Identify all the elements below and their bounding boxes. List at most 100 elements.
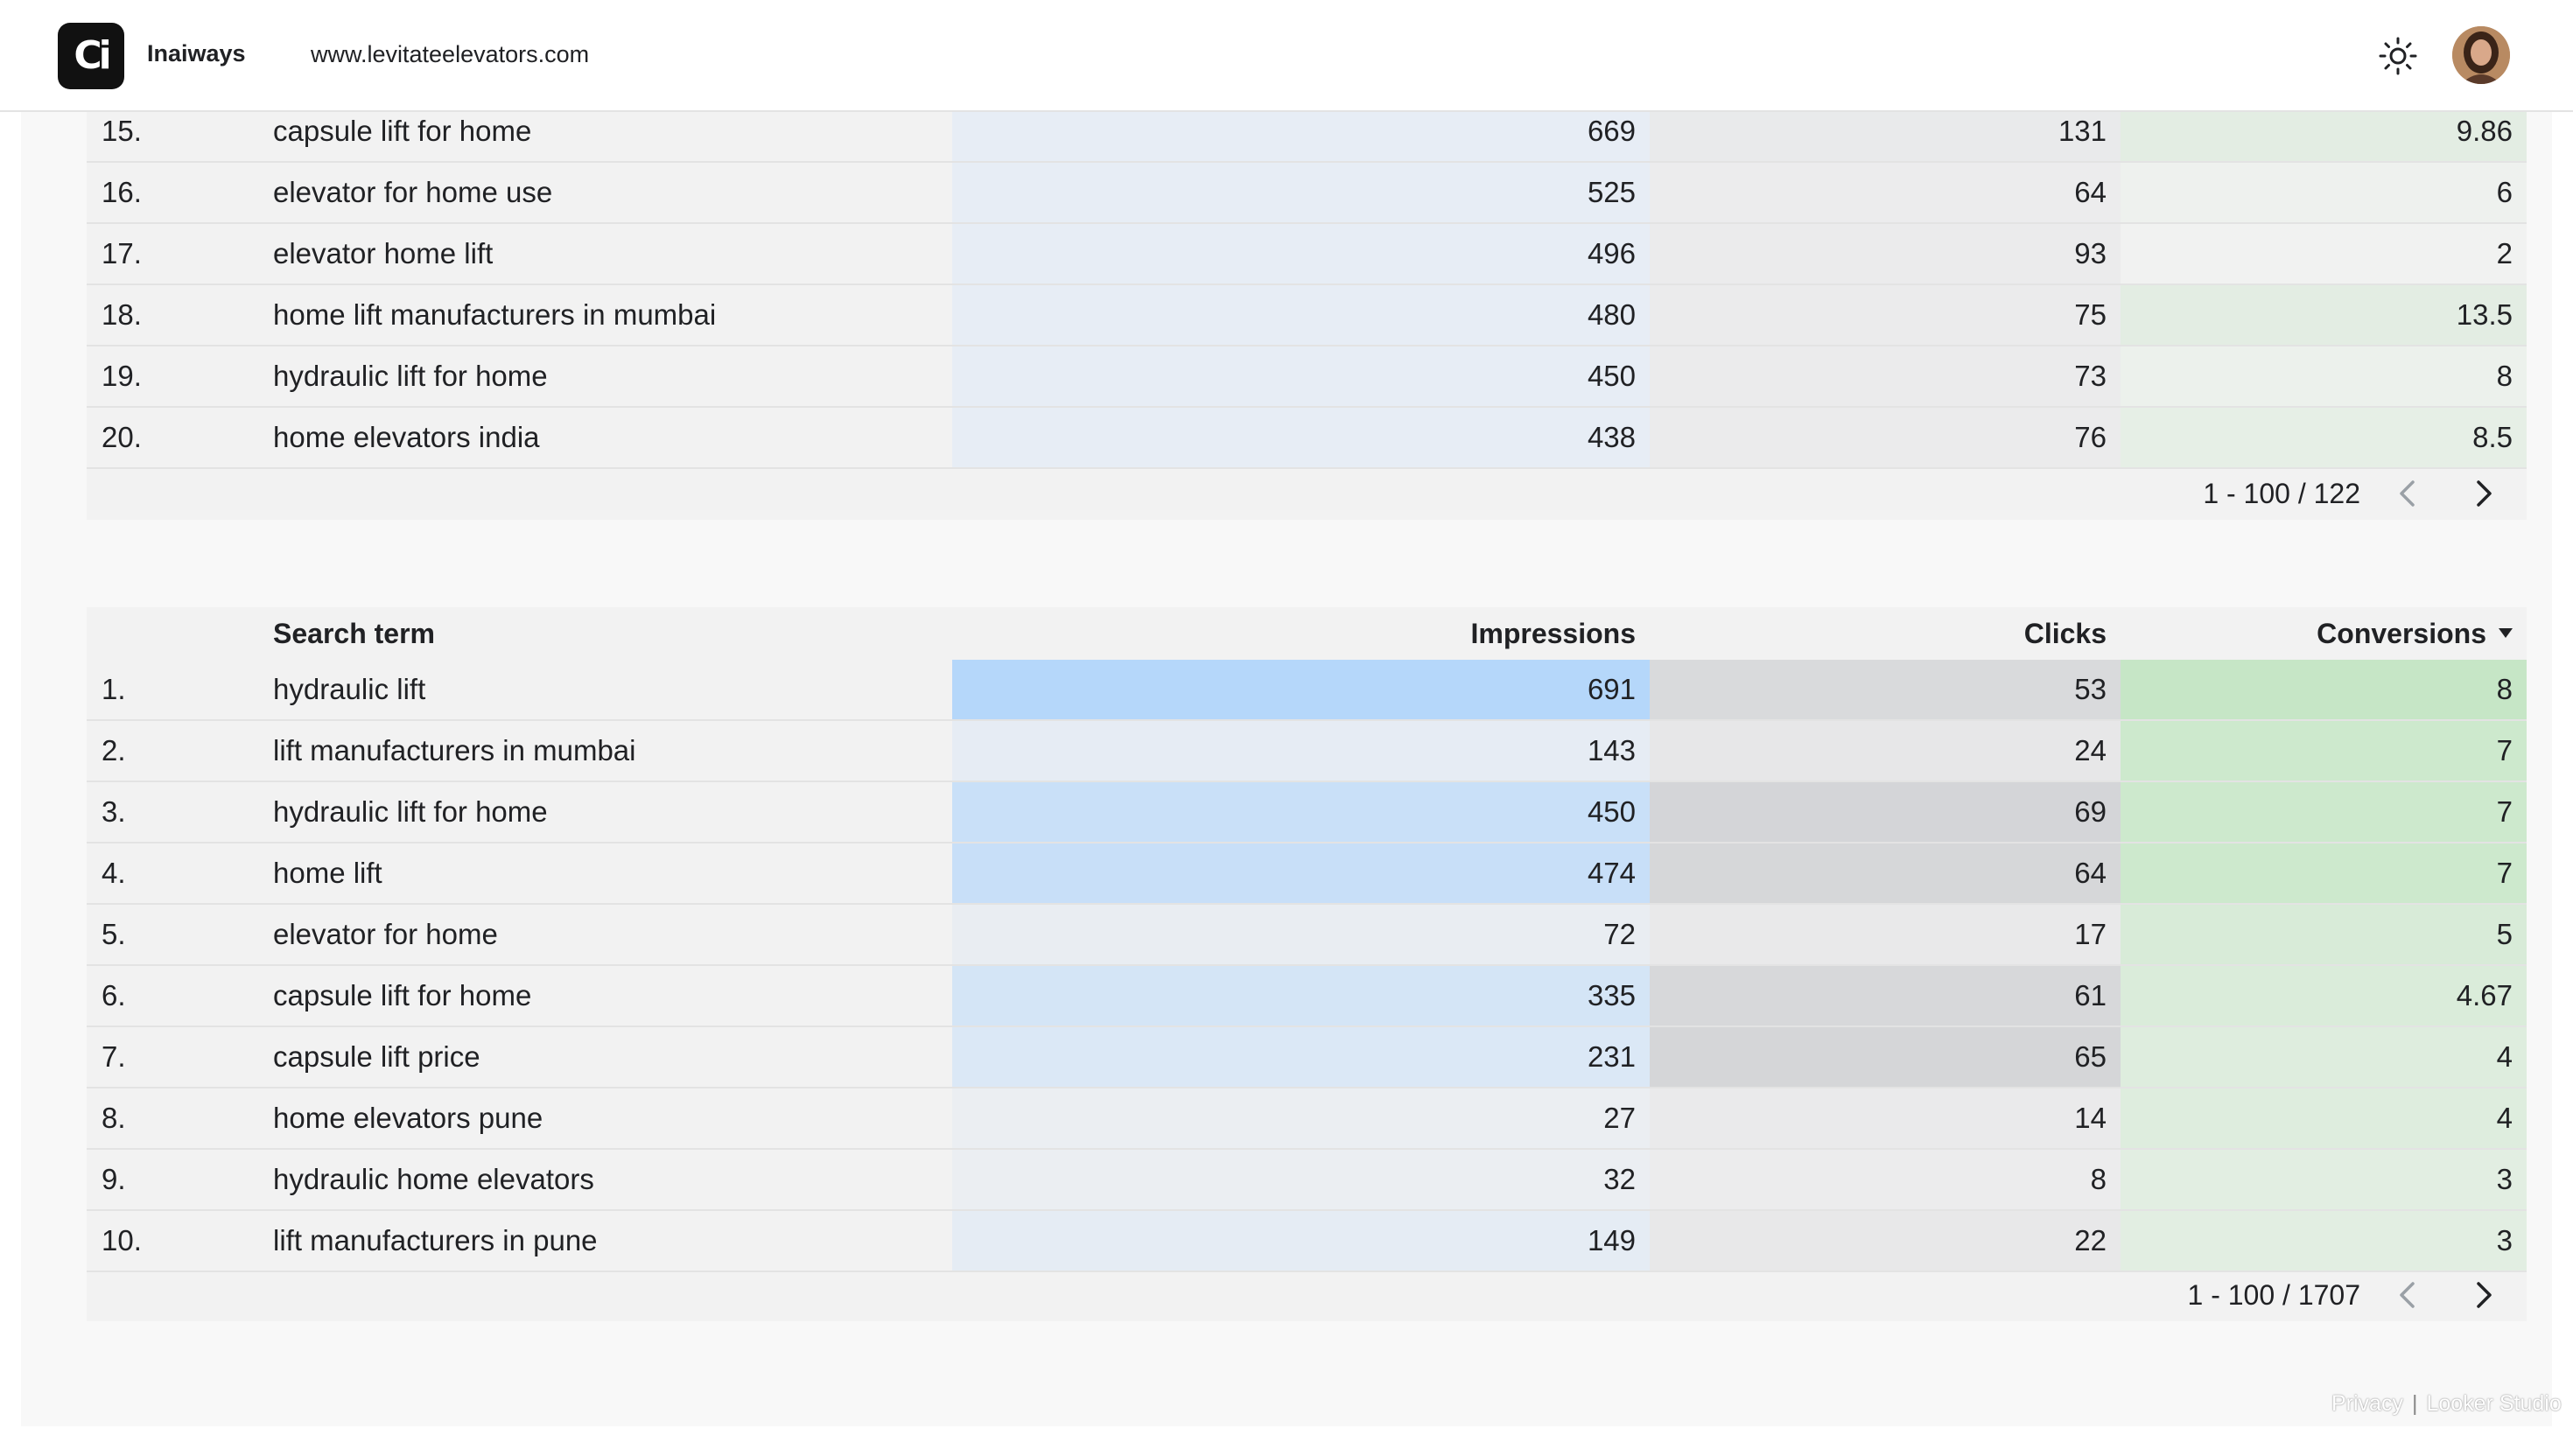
brand-name: Inaiways: [147, 40, 246, 66]
impressions-cell: 480: [952, 285, 1650, 345]
clicks-cell: 64: [1650, 844, 2121, 903]
impressions-cell: 27: [952, 1088, 1650, 1148]
clicks-cell: 61: [1650, 966, 2121, 1026]
impressions-cell: 72: [952, 905, 1650, 964]
report-canvas: 15. capsule lift for home 669 131 9.86 16. ele…: [21, 0, 2562, 1426]
conversions-cell: 3: [2121, 1211, 2527, 1270]
privacy-link[interactable]: Privacy: [2331, 1391, 2403, 1416]
search-term-cell: capsule lift for home: [273, 979, 532, 1012]
search-term-cell: hydraulic lift for home: [273, 360, 548, 392]
row-index: 16.: [102, 176, 142, 208]
conversions-cell: 4: [2121, 1027, 2527, 1087]
table-row[interactable]: 10. lift manufacturers in pune 149 22 3: [87, 1211, 2527, 1272]
impressions-cell: 143: [952, 721, 1650, 780]
conversions-cell: 7: [2121, 721, 2527, 780]
search-term-cell: home elevators pune: [273, 1102, 543, 1134]
user-avatar[interactable]: [2452, 26, 2510, 84]
clicks-cell: 53: [1650, 660, 2121, 719]
clicks-cell: 8: [1650, 1150, 2121, 1209]
impressions-cell: 450: [952, 782, 1650, 842]
table-row[interactable]: 8. home elevators pune 27 14 4: [87, 1088, 2527, 1150]
row-index: 6.: [102, 979, 126, 1012]
table-row[interactable]: 9. hydraulic home elevators 32 8 3: [87, 1150, 2527, 1211]
conversions-cell: 6: [2121, 163, 2527, 222]
impressions-cell: 231: [952, 1027, 1650, 1087]
search-term-cell: elevator for home: [273, 918, 498, 950]
row-index: 1.: [102, 673, 126, 705]
search-term-cell: elevator home lift: [273, 237, 494, 270]
clicks-cell: 69: [1650, 782, 2121, 842]
table-row[interactable]: 18. home lift manufacturers in mumbai 480 7…: [87, 285, 2527, 346]
search-terms-table: Search term Impressions Clicks Conversio…: [87, 607, 2527, 1321]
conversions-cell: 2: [2121, 224, 2527, 284]
clicks-cell: 22: [1650, 1211, 2121, 1270]
table-row[interactable]: 6. capsule lift for home 335 61 4.67: [87, 966, 2527, 1027]
conversions-cell: 3: [2121, 1150, 2527, 1209]
clicks-cell: 73: [1650, 346, 2121, 406]
row-index: 9.: [102, 1163, 126, 1195]
impressions-cell: 32: [952, 1150, 1650, 1209]
impressions-cell: 450: [952, 346, 1650, 406]
footer: Privacy | Looker Studio: [2331, 1391, 2562, 1417]
row-index: 2.: [102, 734, 126, 766]
clicks-cell: 64: [1650, 163, 2121, 222]
impressions-cell: 335: [952, 966, 1650, 1026]
table-pagination: 1 - 100 / 122: [1826, 467, 2527, 520]
search-term-cell: home elevators india: [273, 421, 540, 453]
header-impressions[interactable]: Impressions: [952, 607, 1650, 660]
impressions-cell: 438: [952, 408, 1650, 467]
conversions-cell: 4: [2121, 1088, 2527, 1148]
table-row[interactable]: 20. home elevators india 438 76 8.5: [87, 408, 2527, 469]
search-term-cell: hydraulic lift for home: [273, 795, 548, 828]
table-row[interactable]: 3. hydraulic lift for home 450 69 7: [87, 782, 2527, 844]
table-row[interactable]: 16. elevator for home use 525 64 6: [87, 163, 2527, 224]
conversions-cell: 7: [2121, 844, 2527, 903]
table-row[interactable]: 5. elevator for home 72 17 5: [87, 905, 2527, 966]
looker-studio-link[interactable]: Looker Studio: [2426, 1391, 2561, 1416]
table-row[interactable]: 17. elevator home lift 496 93 2: [87, 224, 2527, 285]
table-header: Search term Impressions Clicks Conversio…: [87, 607, 2527, 660]
top-bar: Ci Inaiways www.levitateelevators.com: [0, 0, 2573, 112]
table-row[interactable]: 1. hydraulic lift 691 53 8: [87, 660, 2527, 721]
conversions-cell: 7: [2121, 782, 2527, 842]
row-index: 4.: [102, 857, 126, 889]
conversions-cell: 13.5: [2121, 285, 2527, 345]
table-row[interactable]: 2. lift manufacturers in mumbai 143 24 7: [87, 721, 2527, 782]
chevron-right-icon[interactable]: [2465, 476, 2500, 511]
pagination-range: 1 - 100 / 1707: [2187, 1279, 2360, 1311]
search-term-cell: capsule lift price: [273, 1040, 480, 1073]
header-conversions[interactable]: Conversions: [2121, 607, 2527, 660]
sun-icon[interactable]: [2377, 35, 2419, 77]
table-row[interactable]: 7. capsule lift price 231 65 4: [87, 1027, 2527, 1088]
pagination-range: 1 - 100 / 122: [2203, 478, 2360, 509]
search-term-cell: hydraulic lift: [273, 673, 426, 705]
clicks-cell: 76: [1650, 408, 2121, 467]
search-term-cell: home lift: [273, 857, 382, 889]
conversions-cell: 5: [2121, 905, 2527, 964]
chevron-left-icon[interactable]: [2391, 476, 2426, 511]
search-term-cell: home lift manufacturers in mumbai: [273, 298, 717, 331]
clicks-cell: 75: [1650, 285, 2121, 345]
header-conversions-label: Conversions: [2317, 618, 2486, 649]
table-pagination: 1 - 100 / 1707: [1826, 1269, 2527, 1321]
row-index: 3.: [102, 795, 126, 828]
chevron-left-icon[interactable]: [2391, 1278, 2426, 1312]
impressions-cell: 496: [952, 224, 1650, 284]
table-row[interactable]: 19. hydraulic lift for home 450 73 8: [87, 346, 2527, 408]
row-index: 20.: [102, 421, 142, 453]
app-logo[interactable]: Ci: [58, 23, 124, 89]
row-index: 19.: [102, 360, 142, 392]
sort-descending-icon: [2499, 628, 2513, 639]
search-term-cell: lift manufacturers in mumbai: [273, 734, 636, 766]
conversions-cell: 8: [2121, 660, 2527, 719]
conversions-cell: 8: [2121, 346, 2527, 406]
header-clicks[interactable]: Clicks: [1650, 607, 2121, 660]
clicks-cell: 24: [1650, 721, 2121, 780]
impressions-cell: 525: [952, 163, 1650, 222]
clicks-cell: 65: [1650, 1027, 2121, 1087]
site-url: www.levitateelevators.com: [311, 41, 590, 67]
row-index: 18.: [102, 298, 142, 331]
header-search-term[interactable]: Search term: [273, 607, 938, 660]
table-row[interactable]: 4. home lift 474 64 7: [87, 844, 2527, 905]
chevron-right-icon[interactable]: [2465, 1278, 2500, 1312]
